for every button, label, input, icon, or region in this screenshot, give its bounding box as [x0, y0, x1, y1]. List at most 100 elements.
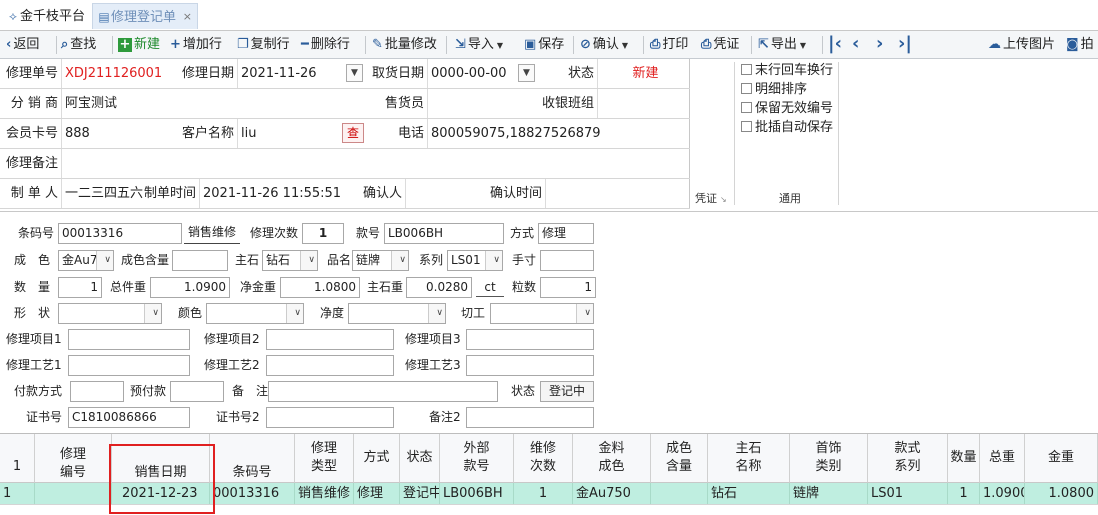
- repair-craft2-input[interactable]: [266, 355, 394, 376]
- export-button[interactable]: ⇱ 导出 ▼: [758, 35, 806, 55]
- cell-repair-type[interactable]: 销售维修: [295, 483, 354, 504]
- customer-name-field[interactable]: liu: [238, 119, 338, 148]
- cell-status[interactable]: 登记中: [400, 483, 440, 504]
- cell-quantity[interactable]: 1: [948, 483, 980, 504]
- cert-input[interactable]: C1810086866: [68, 407, 190, 428]
- column-header-sale-date[interactable]: 销售日期: [112, 434, 210, 483]
- net-gold-input[interactable]: 1.0800: [280, 277, 360, 298]
- column-header-jewelry-category[interactable]: 首饰 类别: [790, 434, 868, 483]
- column-header-repair-type[interactable]: 修理 类型: [295, 434, 354, 483]
- column-header-repair-times[interactable]: 维修 次数: [514, 434, 573, 483]
- cell-gold-weight[interactable]: 1.0800: [1025, 483, 1098, 504]
- repair-item3-input[interactable]: [466, 329, 594, 350]
- checkbox-icon[interactable]: [741, 121, 752, 132]
- cell-style-series[interactable]: LS01: [868, 483, 948, 504]
- customer-lookup-button[interactable]: 查: [342, 123, 364, 143]
- column-header-barcode[interactable]: 条码号: [210, 434, 295, 483]
- import-button[interactable]: ⇲ 导入 ▼: [455, 35, 503, 55]
- cashier-group-field[interactable]: [598, 89, 690, 118]
- cell-color-content[interactable]: [651, 483, 708, 504]
- stone-weight-input[interactable]: 0.0280: [406, 277, 472, 298]
- color-select[interactable]: 金Au7 ∨: [58, 250, 114, 271]
- sale-repair-button[interactable]: 销售维修: [184, 223, 240, 244]
- table-row[interactable]: 1 2021-12-23 00013316 销售维修 修理 登记中 LB006BH 1 金Au7…: [0, 483, 1098, 504]
- photo-button[interactable]: ◙ 拍: [1066, 35, 1094, 55]
- series-select[interactable]: LS01 ∨: [447, 250, 503, 271]
- cell-barcode[interactable]: 00013316: [210, 483, 295, 504]
- cell-external-style-no[interactable]: LB006BH: [440, 483, 514, 504]
- cell-sale-date[interactable]: 2021-12-23: [112, 483, 210, 504]
- cell-repair-times[interactable]: 1: [514, 483, 573, 504]
- cell-method[interactable]: 修理: [354, 483, 400, 504]
- prepay-input[interactable]: [170, 381, 224, 402]
- chevron-down-icon[interactable]: ▼: [346, 64, 363, 82]
- gross-weight-input[interactable]: 1.0900: [150, 277, 230, 298]
- add-row-button[interactable]: + 增加行: [170, 35, 222, 55]
- grain-count-input[interactable]: 1: [540, 277, 596, 298]
- column-header-style-series[interactable]: 款式 系列: [868, 434, 948, 483]
- repair-item1-input[interactable]: [68, 329, 190, 350]
- note-input[interactable]: [268, 381, 498, 402]
- phone-field[interactable]: 800059075,18827526879: [428, 119, 690, 148]
- save-button[interactable]: ▣ 保存: [524, 35, 564, 55]
- tab-repair-register[interactable]: ▤修理登记单 ×: [92, 3, 198, 29]
- chevron-down-icon[interactable]: ▼: [518, 64, 535, 82]
- cert2-input[interactable]: [266, 407, 394, 428]
- delete-row-button[interactable]: ━ 删除行: [301, 35, 350, 55]
- batch-edit-button[interactable]: ✎ 批量修改: [372, 35, 437, 55]
- cell-main-stone-name[interactable]: 钻石: [708, 483, 790, 504]
- product-select[interactable]: 链牌 ∨: [352, 250, 409, 271]
- search-button[interactable]: ⌕ 查找: [61, 35, 96, 55]
- detail-status-button[interactable]: 登记中: [540, 381, 594, 402]
- color-content-input[interactable]: [172, 250, 228, 271]
- size-input[interactable]: [540, 250, 594, 271]
- checkbox-icon[interactable]: [741, 64, 752, 75]
- confirm-button[interactable]: ⊘ 确认 ▼: [580, 35, 628, 55]
- voucher-button[interactable]: ⎙ 凭证: [701, 35, 739, 55]
- cell-gold-color[interactable]: 金Au750: [573, 483, 651, 504]
- new-button[interactable]: + 新建: [118, 35, 160, 55]
- next-record-button[interactable]: ›: [876, 35, 885, 55]
- barcode-input[interactable]: 00013316: [58, 223, 182, 244]
- note2-input[interactable]: [466, 407, 594, 428]
- column-header-main-stone-name[interactable]: 主石 名称: [708, 434, 790, 483]
- column-header-total-weight[interactable]: 总重: [980, 434, 1025, 483]
- remark-field[interactable]: [62, 149, 690, 178]
- style-no-input[interactable]: LB006BH: [384, 223, 504, 244]
- shape-select[interactable]: ∨: [58, 303, 162, 324]
- column-header-status[interactable]: 状态: [400, 434, 440, 483]
- upload-image-button[interactable]: ☁ 上传图片: [988, 35, 1055, 55]
- repair-craft3-input[interactable]: [466, 355, 594, 376]
- first-record-button[interactable]: |‹: [828, 35, 844, 55]
- column-header-external-style-no[interactable]: 外部 款号: [440, 434, 514, 483]
- close-icon[interactable]: ×: [183, 4, 192, 30]
- stone-color-select[interactable]: ∨: [206, 303, 304, 324]
- cell-row-number[interactable]: 1: [0, 483, 35, 504]
- cell-jewelry-category[interactable]: 链牌: [790, 483, 868, 504]
- main-stone-select[interactable]: 钻石 ∨: [262, 250, 318, 271]
- repair-times-input[interactable]: 1: [302, 223, 344, 244]
- column-header-gold-color[interactable]: 金料 成色: [573, 434, 651, 483]
- cell-repair-no[interactable]: [35, 483, 112, 504]
- column-header-repair-no[interactable]: 修理 编号: [35, 434, 112, 483]
- column-header-method[interactable]: 方式: [354, 434, 400, 483]
- option-detail-sort[interactable]: 明细排序: [741, 81, 807, 99]
- cut-select[interactable]: ∨: [490, 303, 594, 324]
- option-enter-new-row[interactable]: 末行回车换行: [741, 62, 833, 80]
- checkbox-icon[interactable]: [741, 102, 752, 113]
- copy-row-button[interactable]: ❐ 复制行: [237, 35, 290, 55]
- back-button[interactable]: ‹ 返回: [6, 35, 39, 55]
- column-header-color-content[interactable]: 成色 含量: [651, 434, 708, 483]
- option-batch-autosave[interactable]: 批插自动保存: [741, 119, 833, 137]
- tab-platform-home[interactable]: ⟡ 金千枝平台: [6, 3, 85, 29]
- member-card-field[interactable]: 888: [62, 119, 180, 148]
- column-header-quantity[interactable]: 数量: [948, 434, 980, 483]
- qty-input[interactable]: 1: [58, 277, 102, 298]
- repair-craft1-input[interactable]: [68, 355, 190, 376]
- clarity-select[interactable]: ∨: [348, 303, 446, 324]
- column-header-gold-weight[interactable]: 金重: [1025, 434, 1098, 483]
- repair-no-value[interactable]: XDJ211126001: [62, 59, 180, 88]
- prev-record-button[interactable]: ‹: [852, 35, 861, 55]
- salesperson-field[interactable]: [428, 89, 536, 118]
- distributor-field[interactable]: 阿宝测试: [62, 89, 366, 118]
